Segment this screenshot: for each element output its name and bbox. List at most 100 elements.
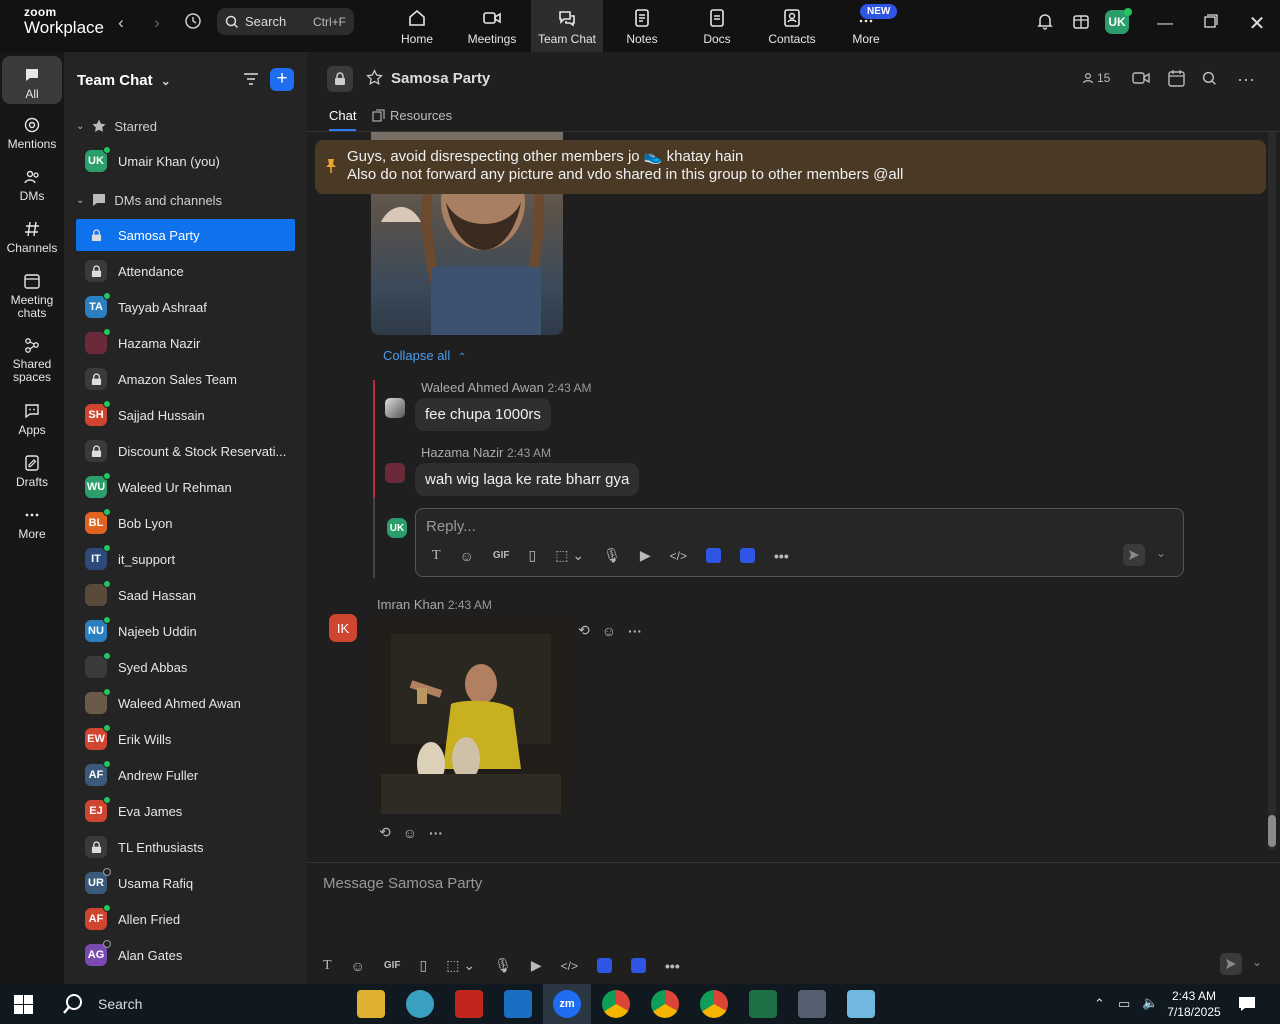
app-icon[interactable]: [847, 990, 875, 1018]
video-clip-icon[interactable]: ▶: [640, 547, 651, 564]
send-button[interactable]: [1220, 953, 1242, 975]
message-author[interactable]: Waleed Ahmed Awan: [421, 380, 544, 395]
scrollbar-thumb[interactable]: [1268, 815, 1276, 847]
tab-home[interactable]: Home: [381, 0, 453, 52]
app-icon[interactable]: [706, 548, 722, 563]
windows-start-icon[interactable]: [14, 995, 33, 1017]
sidebar-item[interactable]: BL Bob Lyon: [76, 507, 295, 539]
message-bubble[interactable]: fee chupa 1000rs: [415, 398, 551, 431]
rail-dms[interactable]: DMs: [2, 168, 62, 203]
code-icon[interactable]: </>: [561, 959, 578, 973]
avatar[interactable]: IK: [329, 614, 357, 642]
chevron-down-icon[interactable]: ⌄: [1252, 955, 1262, 969]
sidebar-item[interactable]: Amazon Sales Team: [76, 363, 295, 395]
volume-icon[interactable]: 🔈: [1142, 995, 1158, 1011]
zoom-icon[interactable]: zm: [553, 990, 581, 1018]
sidebar-item[interactable]: IT it_support: [76, 543, 295, 575]
sidebar-item[interactable]: Waleed Ahmed Awan: [76, 687, 295, 719]
sidebar-item[interactable]: Saad Hassan: [76, 579, 295, 611]
gif-button[interactable]: GIF: [384, 960, 401, 971]
video-clip-icon[interactable]: ▶: [531, 957, 542, 974]
file-explorer-icon[interactable]: [357, 990, 385, 1018]
more-dots-icon[interactable]: ···: [429, 825, 443, 841]
microphone-icon[interactable]: 🎙: [494, 957, 512, 974]
text-format-icon[interactable]: T: [323, 958, 332, 974]
calendar-icon[interactable]: [1168, 70, 1185, 90]
message-bubble[interactable]: wah wig laga ke rate bharr gya: [415, 463, 640, 496]
scrollbar-track[interactable]: [1268, 132, 1276, 850]
sidebar-item[interactable]: AF Allen Fried: [76, 903, 295, 935]
filezilla-icon[interactable]: [455, 990, 483, 1018]
message-author[interactable]: Hazama Nazir: [421, 445, 503, 460]
more-dots-icon[interactable]: •••: [774, 548, 789, 564]
screenshot-icon[interactable]: ⬚ ⌄: [446, 957, 475, 974]
tab-docs[interactable]: Docs: [681, 0, 753, 52]
chrome-icon[interactable]: [651, 990, 679, 1018]
more-options-icon[interactable]: ···: [1237, 69, 1255, 90]
search-icon[interactable]: [1202, 71, 1217, 89]
new-chat-button[interactable]: +: [270, 68, 294, 91]
minimize-icon[interactable]: —: [1153, 12, 1177, 36]
add-reaction-icon[interactable]: ☺: [602, 623, 616, 639]
sidebar-item[interactable]: TA Tayyab Ashraaf: [76, 291, 295, 323]
section-starred[interactable]: ⌄ Starred: [76, 118, 157, 134]
filter-icon[interactable]: [242, 71, 260, 90]
history-icon[interactable]: [181, 12, 205, 36]
sidebar-title[interactable]: Team Chat ⌄: [77, 72, 171, 89]
sidebar-item[interactable]: Syed Abbas: [76, 651, 295, 683]
code-icon[interactable]: </>: [670, 549, 687, 563]
rail-more[interactable]: More: [2, 506, 62, 541]
more-dots-icon[interactable]: ···: [628, 623, 642, 639]
sidebar-item[interactable]: NU Najeeb Uddin: [76, 615, 295, 647]
add-reaction-icon[interactable]: ☺: [403, 825, 417, 841]
forward-icon[interactable]: ›: [145, 12, 169, 36]
video-camera-icon[interactable]: [1132, 71, 1150, 88]
sidebar-item[interactable]: Hazama Nazir: [76, 327, 295, 359]
message-author[interactable]: Imran Khan: [377, 597, 444, 612]
app-icon[interactable]: [631, 958, 647, 973]
pinned-message[interactable]: Guys, avoid disrespecting other members …: [315, 140, 1266, 194]
file-icon[interactable]: ▯: [529, 547, 537, 564]
tab-notes[interactable]: Notes: [606, 0, 678, 52]
microphone-icon[interactable]: 🎙: [603, 547, 621, 564]
rail-drafts[interactable]: Drafts: [2, 454, 62, 489]
network-icon[interactable]: ▭: [1118, 996, 1130, 1012]
more-dots-icon[interactable]: •••: [665, 958, 680, 974]
chrome-icon[interactable]: [602, 990, 630, 1018]
reply-thread-icon[interactable]: ⟲: [578, 622, 590, 639]
star-icon[interactable]: [366, 69, 383, 89]
tab-team-chat[interactable]: Team Chat: [531, 0, 603, 52]
app-icon[interactable]: [740, 548, 756, 563]
search-bar[interactable]: Search Ctrl+F: [217, 8, 354, 35]
outlook-icon[interactable]: [504, 990, 532, 1018]
bell-icon[interactable]: [1033, 12, 1057, 36]
chevron-down-icon[interactable]: ⌄: [1156, 546, 1166, 560]
app-icon[interactable]: [406, 990, 434, 1018]
emoji-icon[interactable]: ☺: [460, 548, 474, 564]
sidebar-item[interactable]: SH Sajjad Hussain: [76, 399, 295, 431]
gif-button[interactable]: GIF: [493, 550, 510, 561]
collapse-all-link[interactable]: Collapse all ⌃: [383, 348, 466, 363]
tab-chat[interactable]: Chat: [329, 108, 357, 131]
rail-mentions[interactable]: Mentions: [2, 116, 62, 151]
sidebar-item[interactable]: UR Usama Rafiq: [76, 867, 295, 899]
rail-meeting-chats[interactable]: Meeting chats: [2, 272, 62, 320]
section-dms-channels[interactable]: ⌄ DMs and channels: [76, 192, 222, 208]
message-image[interactable]: [371, 614, 571, 814]
sidebar-item[interactable]: AG Alan Gates: [76, 939, 295, 971]
chevron-up-icon[interactable]: ⌃: [1094, 996, 1105, 1012]
sidebar-item[interactable]: Attendance: [76, 255, 295, 287]
notifications-icon[interactable]: [1238, 995, 1256, 1016]
close-icon[interactable]: ✕: [1245, 12, 1269, 36]
file-icon[interactable]: ▯: [420, 957, 428, 974]
message-input[interactable]: Message Samosa Party: [323, 875, 482, 892]
screenshot-icon[interactable]: ⬚ ⌄: [555, 547, 584, 564]
sidebar-item[interactable]: WU Waleed Ur Rehman: [76, 471, 295, 503]
taskbar-clock[interactable]: 2:43 AM 7/18/2025: [1162, 988, 1226, 1020]
reply-box[interactable]: Reply... T ☺ GIF ▯ ⬚ ⌄ 🎙 ▶ </> ••• ⌄: [415, 508, 1184, 577]
rail-shared-spaces[interactable]: Shared spaces: [2, 336, 62, 384]
reply-input[interactable]: Reply...: [426, 518, 476, 535]
channel-title[interactable]: Samosa Party: [391, 70, 490, 87]
chrome-icon[interactable]: [700, 990, 728, 1018]
sidebar-item[interactable]: TL Enthusiasts: [76, 831, 295, 863]
